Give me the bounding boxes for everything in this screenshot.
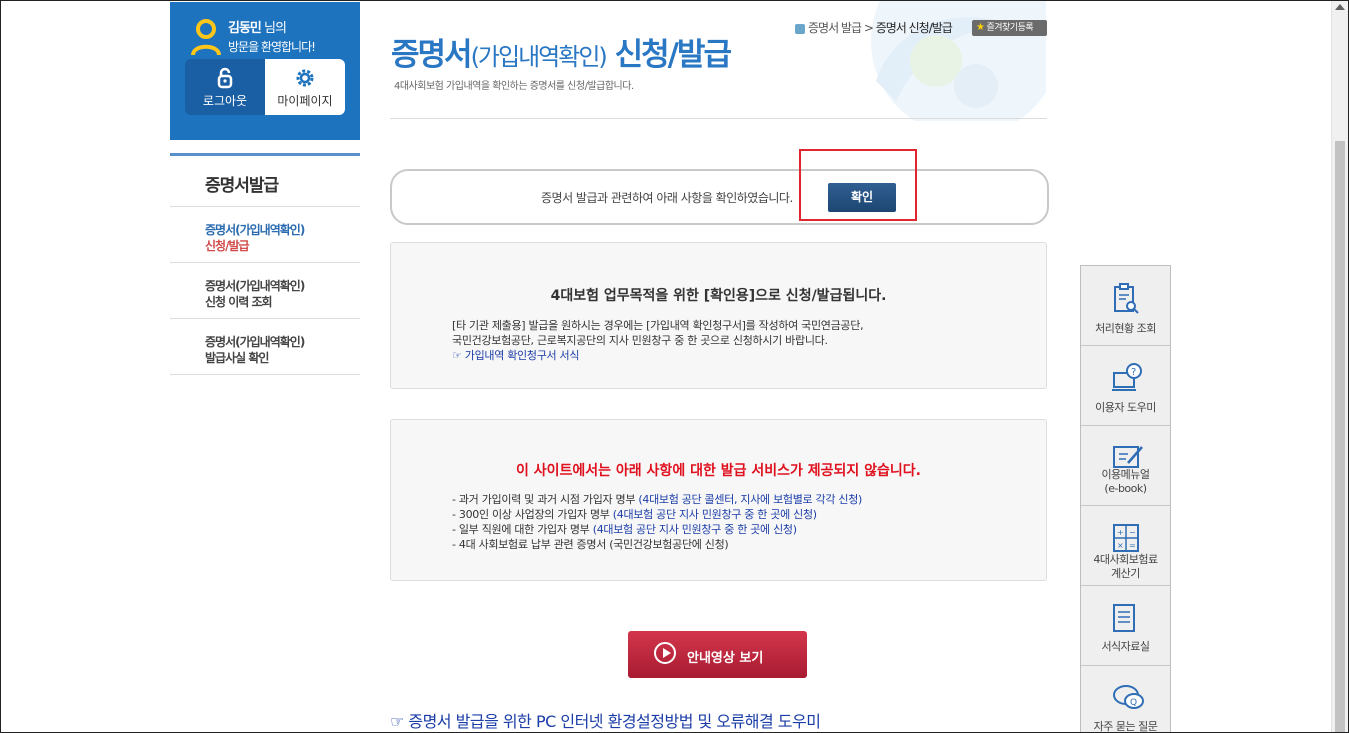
nav-divider xyxy=(170,318,360,319)
list-item: - 4대 사회보험료 납부 관련 증명서 (국민건강보험공단에 신청) xyxy=(452,538,729,551)
breadcrumb-item[interactable]: 증명서 발급 xyxy=(808,21,862,35)
nav-divider xyxy=(170,206,360,207)
monitor-help-icon: ? xyxy=(1112,363,1142,391)
quick-item-forms[interactable]: 서식자료실 xyxy=(1081,586,1170,666)
guide-video-button[interactable]: 안내영상 보기 xyxy=(628,631,807,678)
clipboard-search-icon xyxy=(1114,283,1139,314)
lock-icon xyxy=(217,67,233,89)
nav-title: 증명서발급 xyxy=(205,176,279,196)
svg-text:?: ? xyxy=(1131,367,1136,378)
svg-text:−: − xyxy=(1129,528,1136,537)
breadcrumb: 증명서 발급 > 증명서 신청/발급 xyxy=(795,19,953,36)
nav-item-apply-issue[interactable]: 증명서(가입내역확인) 신청/발급 xyxy=(205,222,305,254)
svg-text:Q: Q xyxy=(1130,698,1137,708)
unavailable-heading: 이 사이트에서는 아래 사항에 대한 발급 서비스가 제공되지 않습니다. xyxy=(516,463,921,479)
play-icon xyxy=(654,642,676,664)
notice-box-unavailable: 이 사이트에서는 아래 사항에 대한 발급 서비스가 제공되지 않습니다. - … xyxy=(390,419,1047,581)
page-title: 증명서(가입내역확인) 신청/발급 xyxy=(391,37,732,73)
welcome-text: 방문을 환영합니다! xyxy=(228,40,316,54)
nav-item-apply-history[interactable]: 증명서(가입내역확인) 신청 이력 조회 xyxy=(205,278,305,310)
page-description: 4대사회보험 가입내역을 확인하는 증명서를 신청/발급합니다. xyxy=(394,81,634,92)
quick-item-faq[interactable]: Q 자주 묻는 질문 xyxy=(1081,666,1170,732)
unavailable-list: - 과거 가입이력 및 과거 시점 가입자 명부 (4대보험 공단 콜센터, 지… xyxy=(452,492,862,552)
claim-form-link[interactable]: ☞ 가입내역 확인청구서 서식 xyxy=(452,348,863,363)
vertical-scrollbar[interactable] xyxy=(1331,1,1348,732)
browser-viewport: 김동민 님의 방문을 환영합니다! 로그아웃 마이페이지 증명서발급 증명서(가… xyxy=(0,0,1349,733)
star-icon: ★ xyxy=(976,22,985,33)
notice-heading: 4대보험 업무목적을 위한 [확인용]으로 신청/발급됩니다. xyxy=(550,288,887,304)
chat-faq-icon: Q xyxy=(1113,685,1144,709)
nav-top-line xyxy=(170,153,360,156)
svg-text:+: + xyxy=(1117,528,1124,537)
highlight-box xyxy=(799,149,917,221)
user-panel: 김동민 님의 방문을 환영합니다! 로그아웃 마이페이지 xyxy=(170,2,360,140)
mypage-button[interactable]: 마이페이지 xyxy=(265,59,345,115)
manual-edit-icon xyxy=(1113,446,1143,468)
svg-text:=: = xyxy=(1129,541,1136,550)
logout-button[interactable]: 로그아웃 xyxy=(185,59,265,115)
quick-item-manual[interactable]: 이용메뉴얼 (e-book) xyxy=(1081,426,1170,506)
quick-menu: 처리현황 조회 ? 이용자 도우미 이용메뉴얼 (e-book) + − × =… xyxy=(1080,265,1171,732)
add-favorite-button[interactable]: ★ 즐겨찾기등록 xyxy=(972,20,1047,36)
document-list-icon xyxy=(1113,604,1135,632)
nav-divider xyxy=(170,262,360,263)
list-item: - 일부 직원에 대한 가입자 명부 (4대보험 공단 지사 민원창구 중 한 … xyxy=(452,523,797,536)
nav-item-issue-verify[interactable]: 증명서(가입내역확인) 발급사실 확인 xyxy=(205,334,305,366)
user-name: 김동민 님의 xyxy=(228,21,287,36)
home-icon[interactable] xyxy=(795,23,805,34)
header-divider xyxy=(390,118,1047,119)
svg-text:×: × xyxy=(1117,541,1124,550)
gear-icon xyxy=(296,69,314,87)
list-item: - 과거 가입이력 및 과거 시점 가입자 명부 (4대보험 공단 콜센터, 지… xyxy=(452,493,863,506)
scrollbar-thumb[interactable] xyxy=(1335,141,1345,732)
quick-item-calculator[interactable]: + − × = 4대사회보험료 계산기 xyxy=(1081,506,1170,586)
calculator-icon: + − × = xyxy=(1113,524,1139,552)
list-item: - 300인 이상 사업장의 가입자 명부 (4대보험 공단 지사 민원창구 중… xyxy=(452,508,817,521)
confirm-panel: 증명서 발급과 관련하여 아래 사항을 확인하였습니다. 확인 xyxy=(390,169,1049,225)
nav-divider xyxy=(170,374,360,375)
user-icon xyxy=(191,19,221,56)
quick-item-user-help[interactable]: ? 이용자 도우미 xyxy=(1081,346,1170,426)
scroll-up-icon[interactable] xyxy=(1335,4,1345,10)
pc-setup-help-link[interactable]: ☞ 증명서 발급을 위한 PC 인터넷 환경설정방법 및 오류해결 도우미 xyxy=(390,708,821,732)
breadcrumb-current: 증명서 신청/발급 xyxy=(875,21,953,35)
confirm-text: 증명서 발급과 관련하여 아래 사항을 확인하였습니다. xyxy=(541,191,793,205)
notice-body: [타 기관 제출용] 발급을 원하시는 경우에는 [가입내역 확인청구서]를 작… xyxy=(452,319,864,363)
quick-item-status[interactable]: 처리현황 조회 xyxy=(1081,266,1170,346)
notice-box-purpose: 4대보험 업무목적을 위한 [확인용]으로 신청/발급됩니다. [타 기관 제출… xyxy=(390,242,1047,389)
